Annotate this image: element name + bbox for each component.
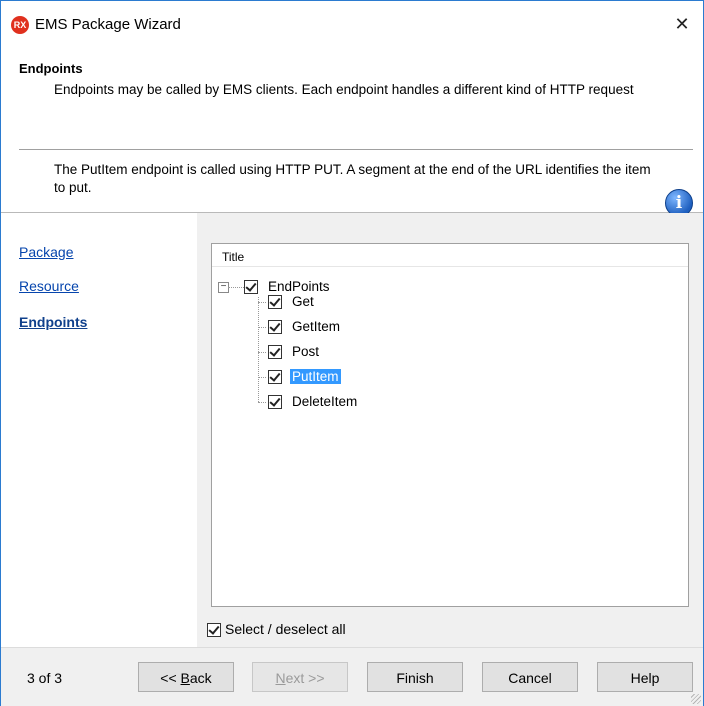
tree-connector	[258, 402, 266, 403]
checkbox-checked-icon[interactable]	[244, 280, 258, 295]
wizard-footer: 3 of 3 << Back Next >> Finish Cancel Hel…	[1, 647, 703, 706]
endpoint-tree[interactable]: Title − EndPoints Get GetItem Post PutIt…	[211, 243, 689, 607]
wizard-content: Title − EndPoints Get GetItem Post PutIt…	[197, 213, 703, 647]
next-label: ext >>	[285, 670, 325, 686]
select-all-label: Select / deselect all	[225, 621, 346, 637]
checkbox-checked-icon[interactable]	[268, 345, 282, 360]
nav-item-endpoints[interactable]: Endpoints	[19, 314, 87, 330]
tree-node-label: Get	[292, 294, 314, 310]
next-mnemonic: N	[275, 670, 286, 686]
step-indicator: 3 of 3	[27, 670, 63, 686]
checkbox-checked-icon[interactable]	[268, 320, 282, 335]
back-prefix: <<	[160, 670, 181, 686]
back-mnemonic: B	[180, 670, 190, 686]
tree-connector	[228, 287, 244, 288]
nav-item-resource[interactable]: Resource	[19, 278, 79, 294]
app-logo-icon: RX	[11, 16, 29, 34]
tree-connector	[258, 377, 266, 378]
title-bar: RX EMS Package Wizard ✕	[1, 1, 703, 47]
tree-item-get[interactable]: Get	[268, 292, 316, 312]
wizard-window: RX EMS Package Wizard ✕ Endpoints Endpoi…	[0, 0, 704, 706]
tree-connector	[258, 352, 266, 353]
tree-item-post[interactable]: Post	[268, 342, 321, 362]
tree-item-getitem[interactable]: GetItem	[268, 317, 342, 337]
tree-connector	[258, 297, 259, 402]
page-title: Endpoints	[19, 61, 83, 76]
tree-connector	[258, 327, 266, 328]
nav-item-package[interactable]: Package	[19, 244, 73, 260]
tree-connector	[258, 302, 266, 303]
close-icon[interactable]: ✕	[669, 11, 695, 37]
cancel-button[interactable]: Cancel	[482, 662, 578, 692]
checkbox-checked-icon[interactable]	[268, 395, 282, 410]
header-divider	[19, 149, 693, 150]
checkbox-checked-icon[interactable]	[268, 295, 282, 310]
tree-item-deleteitem[interactable]: DeleteItem	[268, 392, 359, 412]
back-label: ack	[189, 670, 212, 686]
page-description: Endpoints may be called by EMS clients. …	[54, 82, 634, 97]
select-all-checkbox[interactable]: Select / deselect all	[207, 619, 346, 639]
finish-button[interactable]: Finish	[367, 662, 463, 692]
endpoint-description: The PutItem endpoint is called using HTT…	[54, 162, 651, 195]
back-button[interactable]: << Back	[138, 662, 234, 692]
wizard-nav: Package Resource Endpoints	[1, 213, 197, 647]
window-title: EMS Package Wizard	[35, 16, 181, 33]
help-button[interactable]: Help	[597, 662, 693, 692]
tree-header-divider	[212, 266, 688, 267]
tree-column-title: Title	[222, 250, 245, 264]
tree-node-label: DeleteItem	[292, 394, 358, 410]
tree-node-label: Post	[292, 344, 320, 360]
resize-grip-icon[interactable]	[691, 694, 701, 704]
tree-node-label-selected: PutItem	[290, 369, 341, 385]
next-button[interactable]: Next >>	[252, 662, 348, 692]
wizard-header: Endpoints Endpoints may be called by EMS…	[1, 47, 703, 217]
tree-item-putitem[interactable]: PutItem	[268, 367, 341, 387]
checkbox-checked-icon[interactable]	[268, 370, 282, 385]
tree-node-label: GetItem	[292, 319, 341, 335]
checkbox-checked-icon[interactable]	[207, 623, 221, 638]
